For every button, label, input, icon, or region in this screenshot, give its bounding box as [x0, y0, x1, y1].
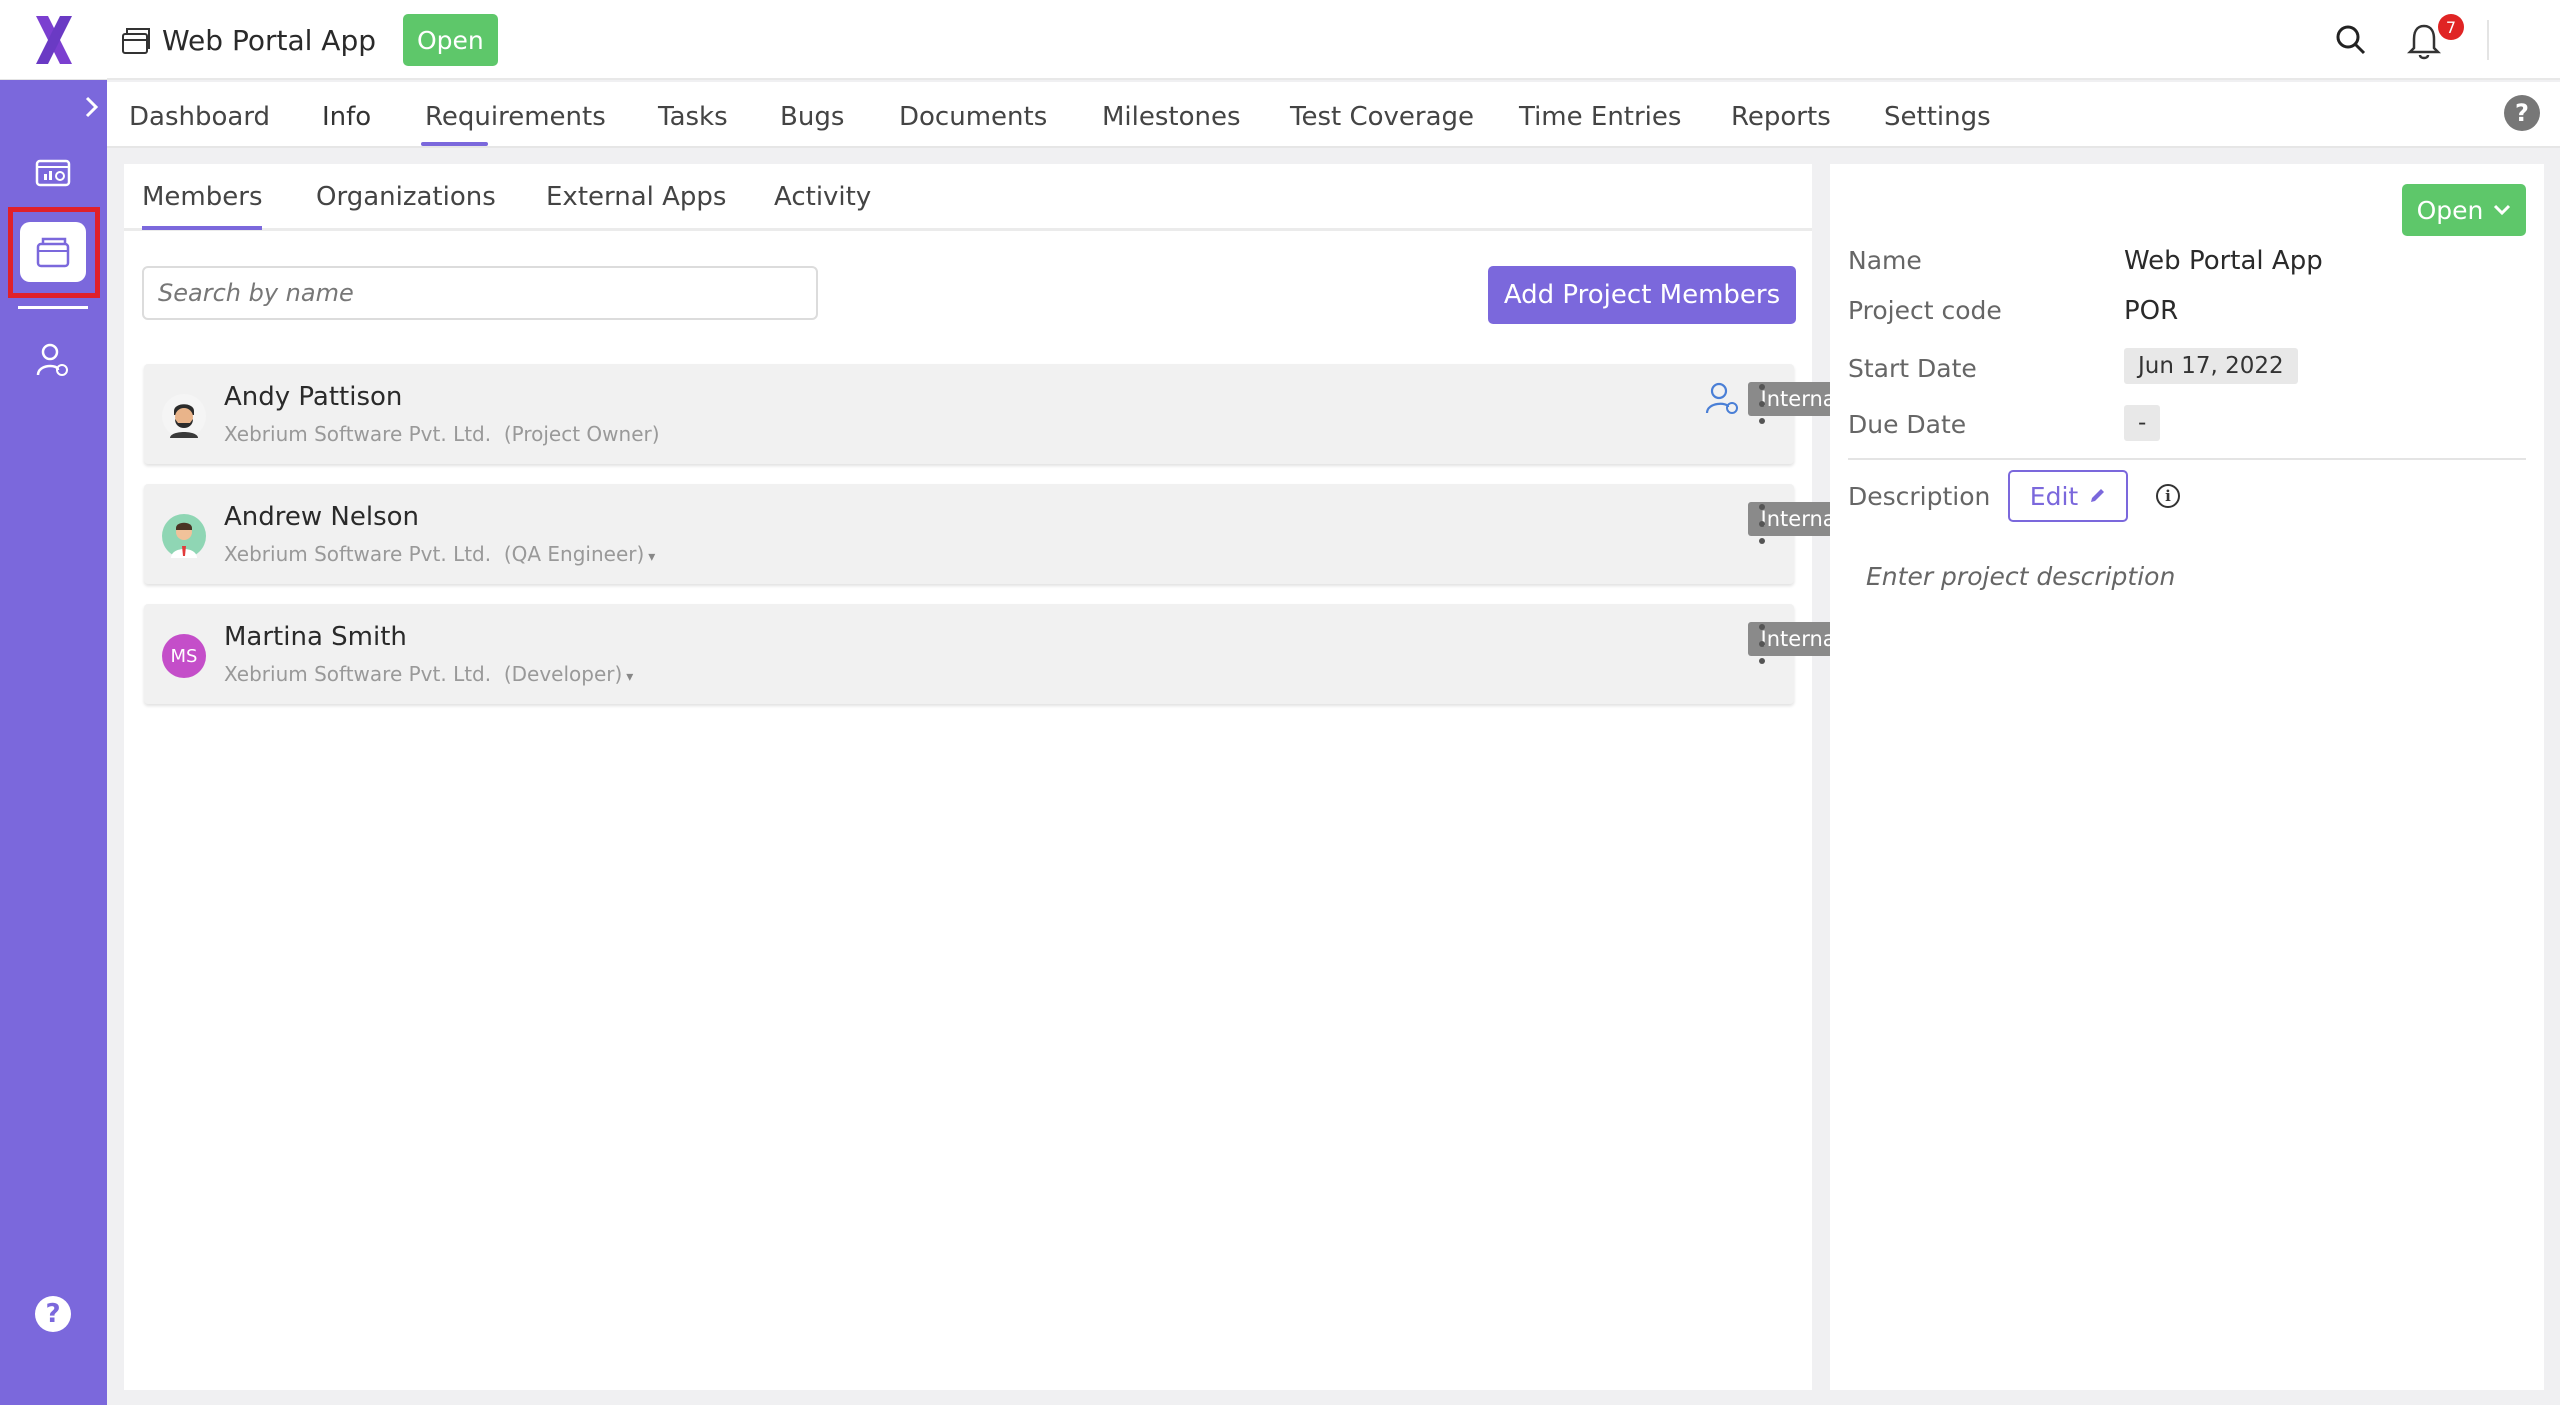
user-settings-nav-icon[interactable] [28, 335, 78, 385]
member-role: (Project Owner) [503, 422, 660, 446]
description-placeholder[interactable]: Enter project description [1866, 562, 2175, 591]
edit-label: Edit [2029, 481, 2079, 511]
edit-description-button[interactable]: Edit [2008, 470, 2128, 522]
member-name: Martina Smith [224, 622, 407, 652]
tab-tasks[interactable]: Tasks [658, 102, 728, 132]
project-icon [121, 26, 151, 60]
add-project-members-button[interactable]: Add Project Members [1488, 266, 1796, 324]
tab-test-coverage[interactable]: Test Coverage [1290, 102, 1474, 132]
tab-time-entries[interactable]: Time Entries [1519, 102, 1681, 132]
tab-settings[interactable]: Settings [1884, 102, 1991, 132]
due-date-value[interactable]: - [2124, 405, 2161, 441]
page-help-icon[interactable]: ? [2504, 95, 2540, 131]
member-name: Andy Pattison [224, 382, 403, 412]
member-row[interactable]: Andrew Nelson Xebrium Software Pvt. Ltd.… [144, 484, 1854, 584]
sidebar: ? [0, 0, 107, 1405]
status-dropdown-label: Open [2416, 195, 2484, 225]
member-role: (Developer) [503, 662, 623, 686]
member-row[interactable]: Andy Pattison Xebrium Software Pvt. Ltd.… [144, 364, 1854, 464]
member-name: Andrew Nelson [224, 502, 420, 532]
start-date-value[interactable]: Jun 17, 2022 [2124, 348, 2298, 384]
active-tab-indicator [421, 142, 488, 146]
sub-tab-bar: Members Organizations External Apps Acti… [124, 164, 1812, 231]
subtab-members[interactable]: Members [142, 182, 263, 212]
member-more-icon[interactable] [1754, 624, 1770, 664]
info-icon[interactable]: i [2156, 484, 2180, 508]
expand-sidebar-icon[interactable] [82, 95, 102, 119]
notification-bell-icon[interactable] [2406, 22, 2442, 64]
member-org-role: Xebrium Software Pvt. Ltd. (Project Owne… [224, 422, 660, 446]
tab-reports[interactable]: Reports [1731, 102, 1831, 132]
name-label: Name [1848, 246, 1922, 275]
app-logo[interactable] [0, 0, 107, 80]
info-divider [1848, 458, 2526, 460]
description-label: Description [1848, 482, 1991, 511]
tab-requirements[interactable]: Requirements [425, 102, 606, 132]
dashboard-nav-icon[interactable] [28, 148, 78, 198]
member-more-icon[interactable] [1754, 384, 1770, 424]
tab-dashboard[interactable]: Dashboard [129, 102, 270, 132]
tab-bugs[interactable]: Bugs [780, 102, 844, 132]
tab-milestones[interactable]: Milestones [1102, 102, 1241, 132]
member-org: Xebrium Software Pvt. Ltd. [224, 542, 492, 566]
project-title: Web Portal App [162, 24, 376, 57]
member-org: Xebrium Software Pvt. Ltd. [224, 662, 492, 686]
top-header: Web Portal App Open 7 [107, 0, 2560, 80]
member-role: (QA Engineer) [503, 542, 645, 566]
member-more-icon[interactable] [1754, 504, 1770, 544]
header-separator [2487, 20, 2489, 60]
pencil-icon [2091, 489, 2105, 502]
chevron-down-icon [2494, 204, 2511, 216]
start-date-label: Start Date [1848, 354, 1977, 383]
main-tab-bar: Dashboard Info Requirements Tasks Bugs D… [107, 82, 2560, 148]
man-tie-avatar [162, 514, 206, 558]
member-row[interactable]: MS Martina Smith Xebrium Software Pvt. L… [144, 604, 1854, 704]
active-subtab-indicator [142, 226, 262, 230]
role-dropdown-icon[interactable]: ▾ [648, 549, 655, 565]
project-status-badge: Open [403, 14, 498, 66]
initials-avatar: MS [162, 634, 206, 678]
status-dropdown[interactable]: Open [2402, 184, 2526, 236]
subtab-external-apps[interactable]: External Apps [546, 182, 726, 212]
tab-documents[interactable]: Documents [899, 102, 1047, 132]
due-date-label: Due Date [1848, 410, 1967, 439]
role-dropdown-icon[interactable]: ▾ [626, 669, 633, 685]
subtab-organizations[interactable]: Organizations [316, 182, 496, 212]
project-code-value: POR [2124, 296, 2179, 326]
project-code-label: Project code [1848, 296, 2002, 325]
project-info-panel: Open Name Web Portal App Project code PO… [1830, 164, 2544, 1390]
search-icon[interactable] [2335, 24, 2367, 60]
member-search-input[interactable] [142, 266, 818, 320]
bearded-man-avatar [162, 394, 206, 438]
projects-nav-icon[interactable] [20, 222, 86, 282]
project-owner-icon [1704, 380, 1740, 420]
tab-info[interactable]: Info [322, 102, 371, 132]
name-value: Web Portal App [2124, 246, 2323, 276]
notification-count-badge: 7 [2438, 14, 2464, 40]
members-panel: Members Organizations External Apps Acti… [124, 164, 1854, 1390]
sidebar-divider [18, 306, 88, 309]
member-org-role[interactable]: Xebrium Software Pvt. Ltd. (Developer) ▾ [224, 662, 633, 686]
subtab-activity[interactable]: Activity [774, 182, 871, 212]
member-org-role[interactable]: Xebrium Software Pvt. Ltd. (QA Engineer)… [224, 542, 655, 566]
help-icon[interactable]: ? [35, 1296, 71, 1332]
member-org: Xebrium Software Pvt. Ltd. [224, 422, 492, 446]
